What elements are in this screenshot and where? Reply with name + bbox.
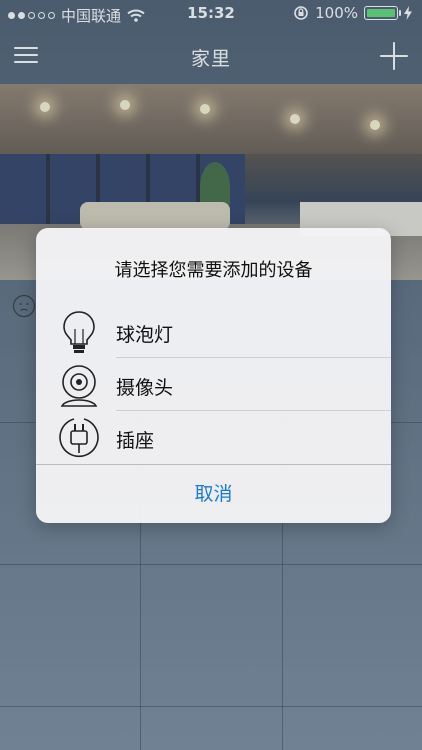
plug-icon bbox=[59, 418, 99, 458]
option-plug[interactable]: 插座 bbox=[36, 411, 391, 464]
option-bulb[interactable]: 球泡灯 bbox=[36, 305, 391, 358]
option-label: 插座 bbox=[116, 430, 155, 452]
option-label: 摄像头 bbox=[116, 377, 174, 399]
dialog-title: 请选择您需要添加的设备 bbox=[114, 260, 313, 281]
option-label: 球泡灯 bbox=[116, 324, 174, 346]
cancel-button[interactable]: 取消 bbox=[36, 465, 391, 523]
option-camera[interactable]: 摄像头 bbox=[36, 358, 391, 411]
add-device-dialog: 请选择您需要添加的设备 球泡灯 摄像头 插座 取消 bbox=[36, 228, 391, 523]
camera-icon bbox=[60, 365, 98, 407]
bulb-icon bbox=[63, 311, 95, 353]
